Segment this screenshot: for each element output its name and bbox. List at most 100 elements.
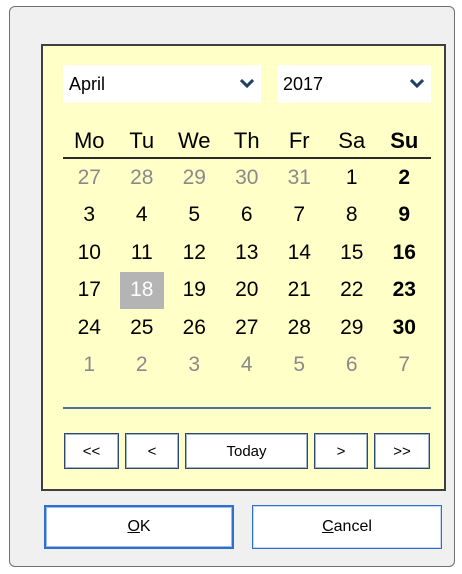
day-cell[interactable]: 6	[326, 347, 379, 385]
divider	[63, 407, 431, 409]
day-number: 30	[392, 315, 416, 339]
today-button[interactable]: Today	[185, 433, 308, 469]
day-number: 3	[83, 203, 96, 227]
day-cell[interactable]: 25	[116, 309, 169, 347]
day-cell[interactable]: 1	[326, 159, 379, 197]
day-number: 5	[188, 203, 201, 227]
week-row: 1 2 3 4 5 6 7	[63, 347, 431, 385]
day-number: 9	[398, 203, 411, 227]
day-cell[interactable]: 10	[63, 234, 116, 272]
day-cell[interactable]: 11	[116, 234, 169, 272]
month-select[interactable]: April	[63, 65, 261, 103]
day-cell-selected[interactable]: 18	[116, 271, 169, 310]
day-number: 6	[345, 353, 358, 377]
day-number: 7	[293, 203, 306, 227]
day-cell[interactable]: 28	[116, 159, 169, 197]
day-cell[interactable]: 4	[221, 347, 274, 385]
day-cell[interactable]: 30	[221, 159, 274, 197]
day-number: 28	[130, 165, 154, 189]
day-cell[interactable]: 20	[221, 272, 274, 310]
ok-label: K	[139, 518, 151, 535]
day-cell[interactable]: 2	[116, 347, 169, 385]
day-number: 15	[340, 240, 364, 264]
day-number: 30	[235, 165, 259, 189]
day-number: 17	[77, 278, 101, 302]
day-cell[interactable]: 8	[326, 197, 379, 235]
day-cell[interactable]: 5	[273, 347, 326, 385]
date-picker-dialog: April 2017 Mo Tu We Th Fr Sa Su 27 28 29 30…	[9, 6, 455, 567]
weekday-header-row: Mo Tu We Th Fr Sa Su	[63, 124, 431, 159]
day-cell[interactable]: 12	[168, 234, 221, 272]
next-month-button[interactable]: >	[314, 433, 368, 469]
day-number: 11	[130, 240, 153, 264]
year-select[interactable]: 2017	[277, 65, 431, 103]
week-row: 3 4 5 6 7 8 9	[63, 197, 431, 235]
previous-year-button[interactable]: <<	[64, 433, 119, 469]
day-cell[interactable]: 3	[168, 347, 221, 385]
day-cell[interactable]: 22	[326, 272, 379, 310]
day-cell[interactable]: 9	[378, 197, 431, 235]
day-cell[interactable]: 19	[168, 272, 221, 310]
weekday-label: Su	[390, 127, 419, 153]
week-row: 10 11 12 13 14 15 16	[63, 234, 431, 272]
day-number: 1	[83, 353, 96, 377]
day-cell[interactable]: 1	[63, 347, 116, 385]
chevron-down-icon[interactable]	[403, 79, 431, 89]
day-cell[interactable]: 14	[273, 234, 326, 272]
week-row: 24 25 26 27 28 29 30	[63, 309, 431, 347]
cancel-mnemonic: C	[322, 518, 334, 535]
chevron-down-icon[interactable]	[233, 79, 261, 89]
day-cell[interactable]: 16	[378, 234, 431, 272]
year-select-value: 2017	[283, 73, 324, 94]
day-cell[interactable]: 21	[273, 272, 326, 310]
weekday-label: We	[177, 127, 211, 153]
day-cell[interactable]: 27	[221, 309, 274, 347]
day-cell[interactable]: 24	[63, 309, 116, 347]
day-cell[interactable]: 2	[378, 159, 431, 197]
day-number: 27	[77, 165, 101, 189]
day-cell[interactable]: 29	[168, 159, 221, 197]
previous-month-button[interactable]: <	[125, 433, 179, 469]
next-year-button[interactable]: >>	[374, 433, 430, 469]
day-number: 29	[340, 315, 364, 339]
day-cell[interactable]: 15	[326, 234, 379, 272]
week-rows: 27 28 29 30 31 1 2 3 4 5 6 7 8 9 10 11 12 13 14 15 16 17 18 19 2…	[63, 159, 431, 384]
day-cell[interactable]: 5	[168, 197, 221, 235]
ok-button[interactable]: OK	[44, 505, 234, 549]
day-number: 7	[398, 353, 411, 377]
cancel-label: ancel	[333, 518, 372, 535]
day-cell[interactable]: 4	[116, 197, 169, 235]
day-cell[interactable]: 30	[378, 309, 431, 347]
day-number: 3	[188, 353, 201, 377]
day-number: 29	[182, 165, 206, 189]
day-number: 27	[235, 315, 259, 339]
day-number: 6	[240, 203, 253, 227]
day-number: 21	[287, 278, 311, 302]
day-number: 25	[130, 315, 154, 339]
day-cell[interactable]: 3	[63, 197, 116, 235]
weekday-label: Fr	[288, 127, 310, 153]
day-cell[interactable]: 31	[273, 159, 326, 197]
week-row: 17 18 19 20 21 22 23	[63, 271, 431, 310]
day-cell[interactable]: 7	[378, 347, 431, 385]
day-cell[interactable]: 29	[326, 309, 379, 347]
day-number: 14	[287, 240, 311, 264]
day-number: 28	[287, 315, 311, 339]
weekday-label: Tu	[129, 127, 155, 153]
cancel-button[interactable]: Cancel	[252, 505, 442, 549]
day-cell[interactable]: 28	[273, 309, 326, 347]
day-cell[interactable]: 23	[378, 272, 431, 310]
day-cell[interactable]: 27	[63, 159, 116, 197]
day-cell[interactable]: 13	[221, 234, 274, 272]
day-number: 20	[235, 278, 259, 302]
day-cell[interactable]: 6	[221, 197, 274, 235]
day-number: 23	[392, 278, 416, 302]
day-cell[interactable]: 26	[168, 309, 221, 347]
day-number: 4	[240, 353, 253, 377]
day-number: 19	[182, 278, 206, 302]
day-number: 8	[345, 203, 358, 227]
calendar-grid: Mo Tu We Th Fr Sa Su 27 28 29 30 31 1 2 3 4 5 6 7 8 9…	[63, 124, 431, 384]
calendar-panel: April 2017 Mo Tu We Th Fr Sa Su 27 28 29 30…	[41, 44, 446, 491]
day-cell[interactable]: 7	[273, 197, 326, 235]
day-cell[interactable]: 17	[63, 272, 116, 310]
